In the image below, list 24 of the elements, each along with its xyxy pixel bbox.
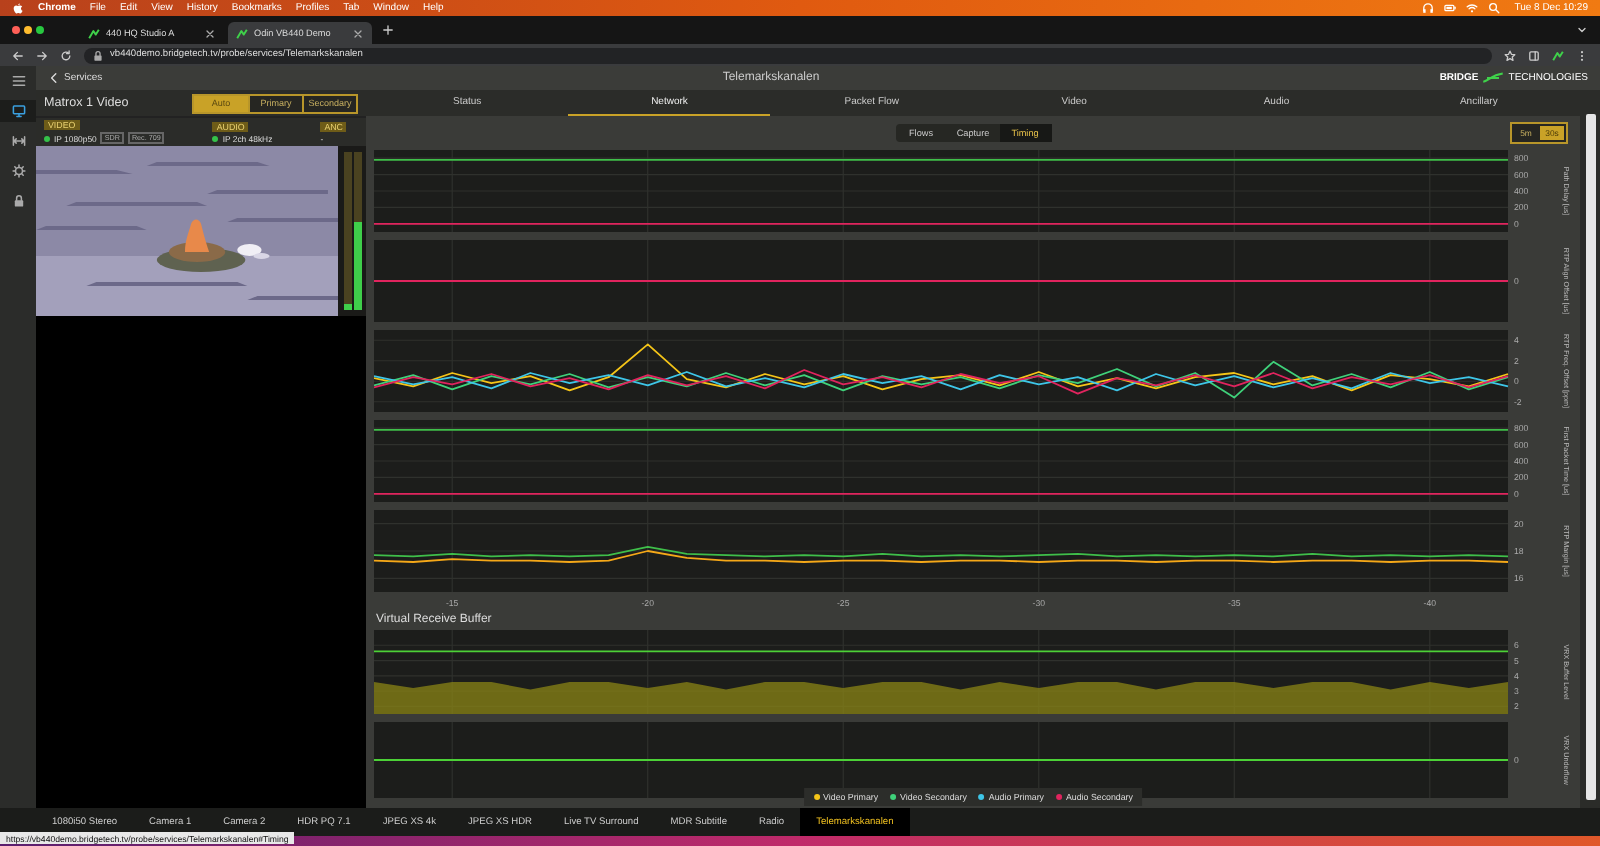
sidebar-item[interactable] <box>0 100 36 122</box>
lock-icon <box>92 49 104 61</box>
settings-icon <box>11 164 25 178</box>
chevron-left-icon <box>48 72 60 84</box>
headphones-icon <box>1422 2 1435 14</box>
monitor-icon <box>11 104 25 118</box>
menu-icon <box>11 74 25 88</box>
apple-logo-icon <box>12 2 24 14</box>
forward-arrow-icon[interactable] <box>36 49 48 61</box>
logo-swoosh-icon <box>1482 72 1505 84</box>
close-icon <box>204 27 216 39</box>
new-tab-icon[interactable] <box>382 24 394 36</box>
lock-icon <box>11 194 25 208</box>
back-arrow-icon[interactable] <box>12 49 24 61</box>
search-icon <box>1488 2 1501 14</box>
star-icon[interactable] <box>1504 49 1516 61</box>
side-panel-icon[interactable] <box>1528 49 1540 61</box>
wifi-icon <box>1466 2 1479 14</box>
close-icon <box>352 27 364 39</box>
arrows-icon <box>11 134 25 148</box>
scrollbar-thumb[interactable] <box>1585 114 1595 800</box>
battery-icon <box>1444 2 1457 14</box>
reload-icon[interactable] <box>60 49 72 61</box>
chevron-down-icon[interactable] <box>1576 24 1588 36</box>
